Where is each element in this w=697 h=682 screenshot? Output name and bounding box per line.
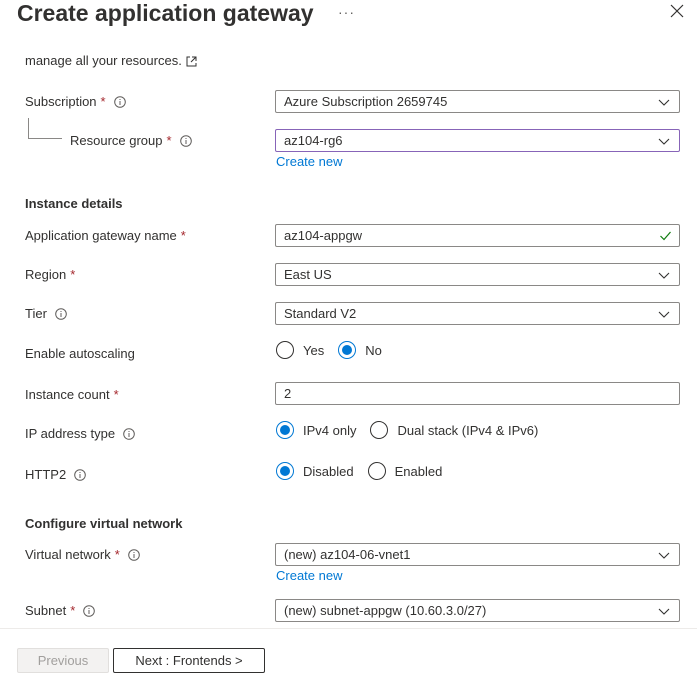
required-marker: * xyxy=(70,267,76,282)
ip-type-label: IP address type xyxy=(25,426,135,441)
http2-radio-group: Disabled Enabled xyxy=(276,462,456,480)
chevron-down-icon xyxy=(658,549,670,561)
radio-dual-stack[interactable] xyxy=(370,421,389,439)
create-new-resource-group-link[interactable]: Create new xyxy=(276,154,342,169)
chevron-down-icon xyxy=(658,96,670,108)
radio-ipv4[interactable] xyxy=(276,421,294,439)
subnet-label: Subnet * xyxy=(25,603,96,618)
info-icon[interactable] xyxy=(55,307,67,320)
subscription-label-text: Subscription xyxy=(25,94,97,109)
radio-enabled-label: Enabled xyxy=(394,463,443,479)
radio-yes[interactable] xyxy=(276,341,294,359)
http2-label: HTTP2 xyxy=(25,467,86,482)
dual-stack-option[interactable]: Dual stack (IPv4 & IPv6) xyxy=(370,421,538,439)
virtual-network-label: Virtual network * xyxy=(25,547,140,562)
subscription-label: Subscription * xyxy=(25,94,126,109)
required-marker: * xyxy=(100,94,106,109)
ipv4-only-option[interactable]: IPv4 only xyxy=(276,421,356,439)
gateway-name-label: Application gateway name * xyxy=(25,228,186,243)
subnet-label-text: Subnet xyxy=(25,603,67,618)
autoscaling-label: Enable autoscaling xyxy=(25,346,135,361)
radio-enabled[interactable] xyxy=(367,462,386,480)
chevron-down-icon xyxy=(658,269,670,281)
subnet-select[interactable]: (new) subnet-appgw (10.60.3.0/27) xyxy=(275,599,680,622)
required-marker: * xyxy=(114,547,120,562)
checkmark-icon xyxy=(659,229,672,242)
resource-group-label-text: Resource group xyxy=(70,133,163,148)
http2-enabled-option[interactable]: Enabled xyxy=(367,462,443,480)
http2-label-text: HTTP2 xyxy=(25,467,67,482)
ip-type-radio-group: IPv4 only Dual stack (IPv4 & IPv6) xyxy=(276,421,552,439)
required-marker: * xyxy=(113,387,119,402)
radio-yes-label: Yes xyxy=(303,342,325,358)
chevron-down-icon xyxy=(658,308,670,320)
virtual-network-value: (new) az104-06-vnet1 xyxy=(284,547,411,562)
autoscaling-label-text: Enable autoscaling xyxy=(25,346,135,361)
tree-connector xyxy=(28,118,62,139)
info-icon[interactable] xyxy=(179,134,192,147)
autoscaling-yes-option[interactable]: Yes xyxy=(276,341,324,359)
next-frontends-button[interactable]: Next : Frontends > xyxy=(113,648,265,673)
ip-type-label-text: IP address type xyxy=(25,426,116,441)
resource-group-select[interactable]: az104-rg6 xyxy=(275,129,680,152)
region-label-text: Region xyxy=(25,267,67,282)
instance-count-label: Instance count * xyxy=(25,387,119,402)
info-icon[interactable] xyxy=(113,95,126,108)
vnet-heading: Configure virtual network xyxy=(25,516,183,531)
region-select[interactable]: East US xyxy=(275,263,680,286)
radio-disabled[interactable] xyxy=(276,462,294,480)
gateway-name-value: az104-appgw xyxy=(284,228,363,243)
required-marker: * xyxy=(180,228,186,243)
gateway-name-label-text: Application gateway name xyxy=(25,228,177,243)
tier-label: Tier xyxy=(25,306,67,321)
tier-select[interactable]: Standard V2 xyxy=(275,302,680,325)
tier-label-text: Tier xyxy=(25,306,47,321)
previous-button[interactable]: Previous xyxy=(17,648,109,673)
region-label: Region * xyxy=(25,267,75,282)
info-icon[interactable] xyxy=(123,427,135,440)
required-marker: * xyxy=(166,133,172,148)
virtual-network-select[interactable]: (new) az104-06-vnet1 xyxy=(275,543,680,566)
tier-value: Standard V2 xyxy=(284,306,357,321)
info-icon[interactable] xyxy=(83,604,96,617)
subscription-value: Azure Subscription 2659745 xyxy=(284,94,448,109)
chevron-down-icon xyxy=(658,135,670,147)
resource-group-value: az104-rg6 xyxy=(284,133,343,148)
virtual-network-label-text: Virtual network xyxy=(25,547,111,562)
autoscaling-no-option[interactable]: No xyxy=(338,341,382,359)
instance-count-value: 2 xyxy=(284,386,292,401)
page-title: Create application gateway xyxy=(17,0,314,26)
footer-divider xyxy=(0,628,697,629)
more-icon[interactable]: ··· xyxy=(338,4,355,20)
region-value: East US xyxy=(284,267,332,282)
radio-disabled-label: Disabled xyxy=(303,463,354,479)
instance-details-heading: Instance details xyxy=(25,196,123,211)
create-new-vnet-link[interactable]: Create new xyxy=(276,568,342,583)
subscription-select[interactable]: Azure Subscription 2659745 xyxy=(275,90,680,113)
chevron-down-icon xyxy=(658,605,670,617)
instance-count-label-text: Instance count xyxy=(25,387,110,402)
external-link-icon[interactable] xyxy=(186,55,197,67)
intro-text-label: manage all your resources. xyxy=(25,53,182,68)
info-icon[interactable] xyxy=(74,468,86,481)
resource-group-label: Resource group * xyxy=(70,133,192,148)
radio-no-label: No xyxy=(365,342,382,358)
subnet-value: (new) subnet-appgw (10.60.3.0/27) xyxy=(284,603,487,618)
http2-disabled-option[interactable]: Disabled xyxy=(276,462,354,480)
required-marker: * xyxy=(70,603,76,618)
info-icon[interactable] xyxy=(128,548,140,561)
radio-no[interactable] xyxy=(338,341,357,359)
radio-ipv4-label: IPv4 only xyxy=(303,422,357,438)
instance-count-input[interactable]: 2 xyxy=(275,382,680,405)
intro-text: manage all your resources. xyxy=(25,53,197,68)
autoscaling-radio-group: Yes No xyxy=(276,341,396,359)
radio-dual-stack-label: Dual stack (IPv4 & IPv6) xyxy=(397,422,539,438)
close-icon[interactable] xyxy=(670,4,690,24)
gateway-name-input[interactable]: az104-appgw xyxy=(275,224,680,247)
